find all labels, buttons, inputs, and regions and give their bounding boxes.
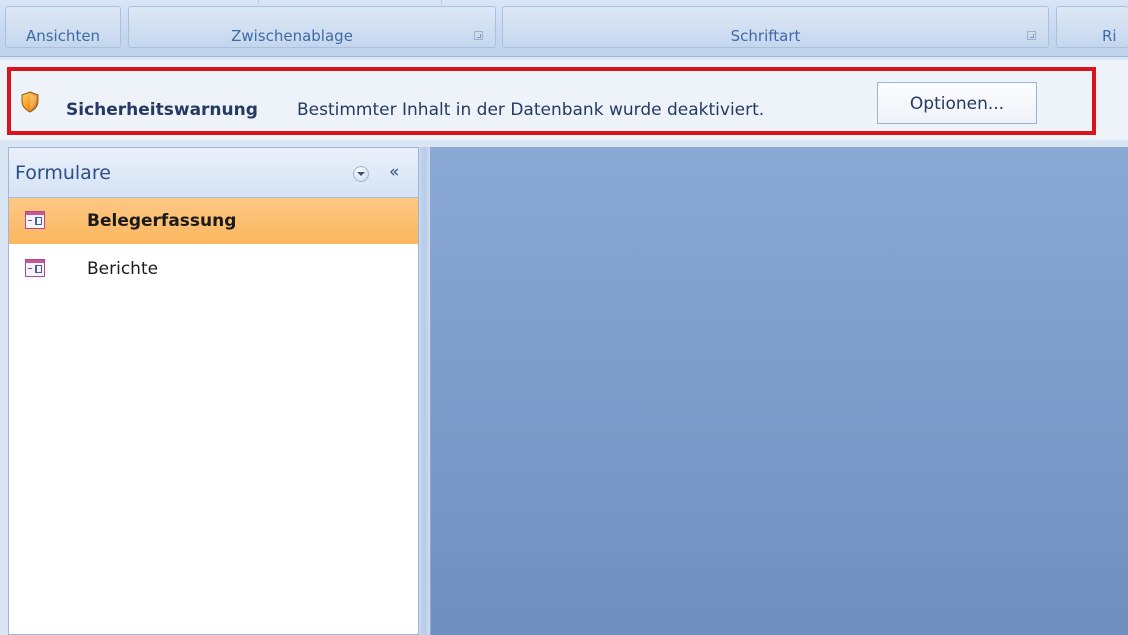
ribbon-group-label: Schriftart	[730, 27, 801, 45]
navigation-pane: Formulare « Belegerfassung Berichte	[8, 147, 419, 635]
ribbon-group-schriftart: Schriftart	[502, 6, 1049, 48]
nav-item-label: Berichte	[87, 259, 159, 279]
ribbon-group-label: Ri	[1102, 27, 1117, 45]
nav-item-belegerfassung[interactable]: Belegerfassung	[9, 198, 418, 244]
ribbon-group-zwischenablage: Zwischenablage	[128, 6, 496, 48]
nav-pane-header[interactable]: Formulare «	[9, 148, 418, 198]
ribbon-group-label: Zwischenablage	[231, 27, 353, 45]
security-warning-title: Sicherheitswarnung	[66, 100, 258, 120]
ribbon-edge-mark	[258, 0, 259, 4]
dialog-launcher-icon[interactable]	[474, 31, 483, 40]
shield-icon	[21, 91, 39, 113]
form-icon-detail	[28, 220, 32, 221]
nav-pane-title: Formulare	[15, 162, 111, 184]
collapse-pane-icon[interactable]: «	[389, 163, 399, 181]
form-icon-detail	[28, 268, 32, 269]
dialog-launcher-icon[interactable]	[1027, 31, 1036, 40]
pane-splitter[interactable]	[419, 147, 431, 635]
ribbon-group-partial: Ri	[1056, 6, 1128, 48]
ribbon-group-label: Ansichten	[25, 27, 101, 45]
chevron-down-icon[interactable]	[353, 166, 369, 182]
options-button[interactable]: Optionen...	[877, 82, 1037, 124]
workspace-area	[431, 147, 1128, 635]
ribbon-edge-mark	[441, 0, 442, 4]
nav-item-berichte[interactable]: Berichte	[9, 246, 418, 292]
nav-item-label: Belegerfassung	[87, 211, 237, 231]
security-warning-message: Bestimmter Inhalt in der Datenbank wurde…	[297, 100, 765, 120]
ribbon: Ansichten Zwischenablage Schriftart Ri	[0, 0, 1128, 57]
ribbon-group-ansichten[interactable]: Ansichten	[5, 6, 121, 48]
